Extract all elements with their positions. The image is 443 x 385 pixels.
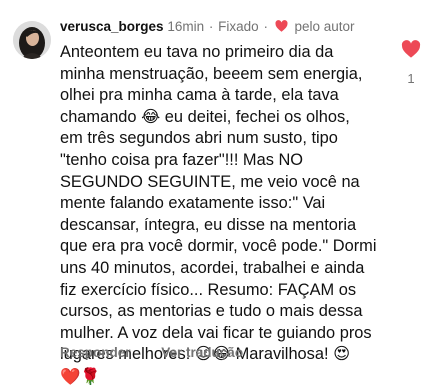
comment-line: minha menstruação, beeem sem energia, [60,64,363,83]
comment-line: em três segundos abri num susto, tipo [60,129,338,148]
comment-line: fiz exercício físico... Resumo: FAÇAM os [60,280,357,299]
comment-line: SEGUNDO SEGUINTE, me veio você na [60,172,360,191]
like-count: 1 [407,71,415,86]
separator: · [208,19,214,34]
comment-actions: Responder Ver tradução [60,345,243,360]
comment-line: uns 40 minutos, acordei, trabalhei e ain… [60,258,365,277]
comment-line: chamando 😂 eu deitei, fechei os olhos, [60,107,350,126]
comment-line: que era pra você dormir, você pode." Dor… [60,237,377,256]
reply-button[interactable]: Responder [60,345,131,360]
comment-line: cursos, as mentorias e tudo o mais dessa [60,302,363,321]
filled-heart-icon [275,19,288,37]
comment-line: mulher. A voz dela vai ficar te guiando … [60,323,372,342]
like-column: 1 [400,40,422,86]
comment-header: verusca_borges 16min · Fixado · pelo aut… [60,18,355,37]
comment-line: descansar, íntegra, eu disse na mentoria [60,215,357,234]
avatar-image [13,21,51,59]
like-button[interactable] [401,40,421,62]
separator: · [263,19,268,34]
comment-line: mente falando exatamente isso:" Vai [60,194,326,213]
comment-text: Anteontem eu tava no primeiro dia da min… [60,42,380,385]
timestamp: 16min [167,19,205,34]
username[interactable]: verusca_borges [60,19,164,34]
filled-heart-icon [401,40,421,58]
pinned-label: Fixado [218,19,259,34]
comment-line: "tenho coisa pra fazer"!!! Mas NO [60,150,304,169]
comment-item: verusca_borges 16min · Fixado · pelo aut… [0,0,443,385]
liked-by-author-label: pelo autor [294,19,355,34]
see-translation-button[interactable]: Ver tradução [161,345,243,360]
comment-line: olhei pra minha cama à tarde, ela tava [60,86,339,105]
comment-line: ❤️🌹 [60,366,101,385]
avatar[interactable] [13,21,51,59]
comment-line: Anteontem eu tava no primeiro dia da [60,43,334,61]
